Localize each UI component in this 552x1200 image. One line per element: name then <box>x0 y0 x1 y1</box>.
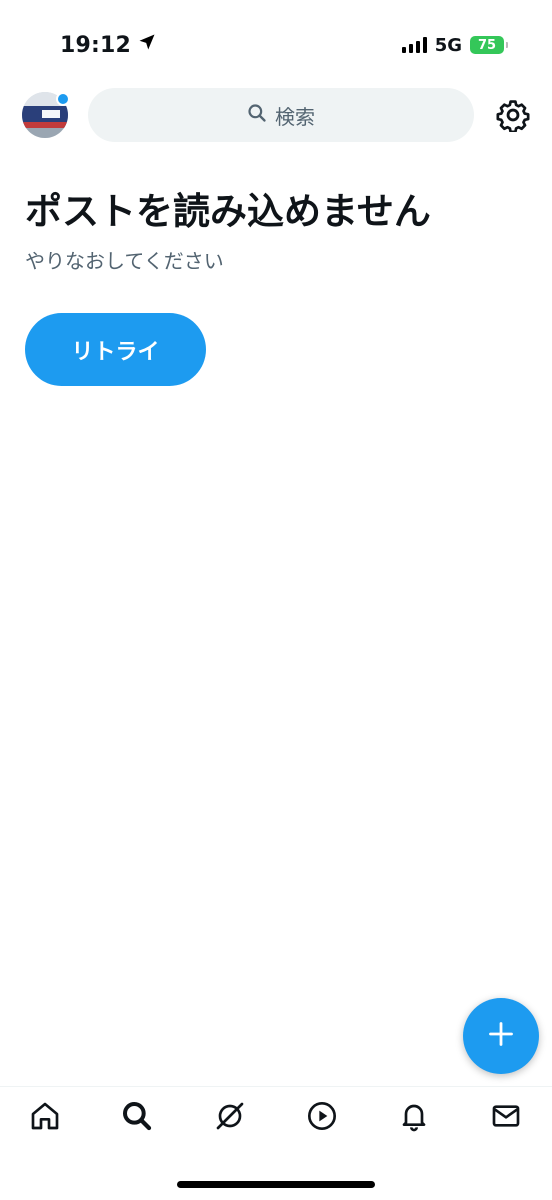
location-arrow-icon <box>137 32 157 58</box>
network-type: 5G <box>434 34 462 56</box>
gear-icon[interactable] <box>496 98 530 134</box>
status-time-text: 19:12 <box>60 32 132 58</box>
nav-search[interactable] <box>119 1100 155 1136</box>
search-bar[interactable]: 検索 <box>88 88 474 142</box>
home-indicator[interactable] <box>177 1181 375 1188</box>
nav-grok[interactable] <box>212 1100 248 1136</box>
bottom-nav-divider <box>0 1086 552 1087</box>
bell-icon <box>398 1100 430 1136</box>
battery-icon: 75 <box>470 36 508 54</box>
error-subtitle: やりなおしてください <box>25 249 224 273</box>
grok-icon <box>214 1100 246 1136</box>
play-icon <box>306 1100 338 1136</box>
nav-notifications[interactable] <box>396 1100 432 1136</box>
status-indicators: 5G 75 <box>401 32 508 58</box>
plus-icon <box>487 1020 515 1052</box>
avatar-notification-dot <box>56 92 70 106</box>
status-time: 19:12 <box>60 30 157 60</box>
battery-level: 75 <box>477 37 497 53</box>
search-placeholder: 検索 <box>275 104 315 129</box>
nav-home[interactable] <box>27 1100 63 1136</box>
nav-video[interactable] <box>304 1100 340 1136</box>
mail-icon <box>490 1100 522 1136</box>
home-icon <box>29 1100 61 1136</box>
nav-messages[interactable] <box>488 1100 524 1136</box>
cellular-signal-icon <box>401 37 427 53</box>
search-icon <box>247 103 267 128</box>
compose-fab[interactable] <box>463 998 539 1074</box>
error-title: ポストを読み込めません <box>25 190 431 233</box>
retry-button[interactable]: リトライ <box>25 313 206 386</box>
search-icon <box>121 1100 153 1136</box>
